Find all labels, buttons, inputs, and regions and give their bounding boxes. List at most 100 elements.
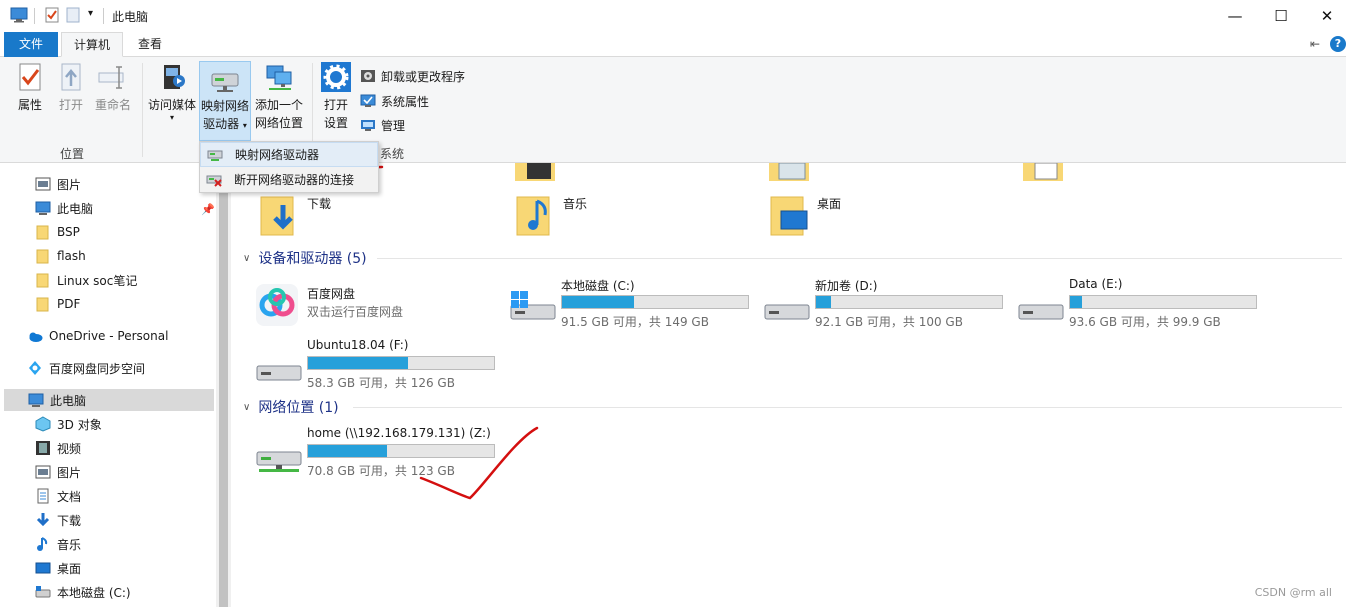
maximize-button[interactable]: ☐ (1258, 0, 1304, 31)
videos-folder-clipped-icon (515, 163, 555, 181)
folder-music[interactable]: 音乐 (515, 193, 587, 237)
pictures-icon (35, 177, 51, 191)
add-network-location-button[interactable]: 添加一个 网络位置 (253, 61, 305, 132)
drive-space-info: 92.1 GB 可用，共 100 GB (815, 315, 963, 329)
nav-item-bsp[interactable]: BSP (35, 221, 80, 243)
nav-item-label: 本地磁盘 (C:) (57, 585, 131, 600)
folder-desktop[interactable]: 桌面 (769, 193, 841, 237)
tab-view[interactable]: 查看 (126, 32, 174, 57)
drive-tile-d[interactable]: 新加卷 (D:) 92.1 GB 可用，共 100 GB (763, 277, 1013, 337)
access-media-chevron-icon: ▾ (169, 113, 174, 122)
nav-item-label: flash (57, 249, 86, 263)
network-drive-tile-z[interactable]: home (\\192.168.179.131) (Z:) 70.8 GB 可用… (255, 426, 505, 486)
download-arrow-icon (36, 513, 50, 527)
location-group-label: 位置 (60, 147, 85, 161)
baidu-netdisk-subtitle: 双击运行百度网盘 (307, 305, 404, 319)
nav-item-pdf[interactable]: PDF (35, 293, 80, 315)
nav-item-baidu-sync[interactable]: 百度网盘同步空间 (27, 357, 145, 379)
title-bar: ▾ 此电脑 — ☐ ✕ (0, 0, 1346, 31)
pin-icon[interactable]: 📌 (201, 203, 215, 216)
devices-section-header[interactable]: ∨ 设备和驱动器 (5) (243, 247, 367, 269)
rename-icon (98, 66, 124, 89)
menu-item-map-network-drive[interactable]: 映射网络驱动器 (200, 142, 378, 167)
properties-button[interactable]: 属性 (10, 61, 50, 114)
nav-item-pictures-2[interactable]: 图片 (35, 461, 81, 483)
drive-tile-e[interactable]: Data (E:) 93.6 GB 可用，共 99.9 GB (1017, 277, 1267, 337)
tab-computer[interactable]: 计算机 (61, 32, 123, 57)
uninstall-label: 卸载或更改程序 (381, 69, 466, 84)
nav-item-videos[interactable]: 视频 (35, 437, 81, 459)
nav-item-3d-objects[interactable]: 3D 对象 (35, 413, 102, 435)
drive-usage-bar (561, 295, 749, 309)
videos-icon (36, 441, 50, 455)
open-button[interactable]: 打开 (53, 61, 89, 114)
open-settings-label-line1: 打开 (323, 98, 348, 112)
rename-button[interactable]: 重命名 (92, 61, 134, 114)
properties-quick-icon[interactable] (44, 7, 60, 23)
network-section-header[interactable]: ∨ 网络位置 (1) (243, 396, 339, 418)
baidu-netdisk-tile[interactable]: 百度网盘 双击运行百度网盘 (253, 281, 503, 341)
explorer-window: ▾ 此电脑 — ☐ ✕ 文件 计算机 查看 ⇤ ? 属性 打开 重命名 位置 访… (0, 0, 1346, 607)
drive-tile-c[interactable]: 本地磁盘 (C:) 91.5 GB 可用，共 149 GB (509, 277, 759, 337)
add-network-location-icon (266, 65, 292, 90)
nav-item-label: 文档 (57, 489, 82, 504)
folder-label: 下载 (307, 196, 332, 211)
documents-folder-clipped-icon (1023, 163, 1063, 181)
tab-file[interactable]: 文件 (4, 32, 58, 57)
baidu-netdisk-icon (256, 284, 298, 326)
drive-usage-fill (308, 357, 408, 369)
nav-item-this-pc[interactable]: 此电脑 (4, 389, 214, 411)
drive-name: Data (E:) (1069, 277, 1123, 291)
drive-space-info: 70.8 GB 可用，共 123 GB (307, 464, 455, 478)
nav-item-label: OneDrive - Personal (49, 329, 169, 343)
this-pc-icon (10, 7, 28, 23)
clipped-icon (36, 161, 52, 167)
open-settings-button[interactable]: 打开 设置 (318, 61, 354, 132)
access-media-label: 访问媒体 (147, 98, 196, 112)
nav-item-documents[interactable]: 文档 (35, 485, 81, 507)
system-properties-button[interactable]: 系统属性 (360, 90, 429, 112)
disk-drive-icon (764, 304, 810, 320)
devices-section-title: 设备和驱动器 (5) (258, 251, 367, 267)
nav-item-music[interactable]: 音乐 (35, 533, 81, 555)
nav-scrollbar-thumb[interactable] (219, 163, 228, 607)
pin-ribbon-icon[interactable]: ⇤ (1310, 37, 1320, 51)
close-button[interactable]: ✕ (1304, 0, 1346, 31)
uninstall-programs-button[interactable]: 卸载或更改程序 (360, 65, 465, 87)
nav-item-local-disk-c[interactable]: 本地磁盘 (C:) (35, 581, 131, 603)
drive-tile-f[interactable]: Ubuntu18.04 (F:) 58.3 GB 可用，共 126 GB (255, 338, 505, 398)
nav-item-this-pc-quick[interactable]: 此电脑 (35, 197, 93, 219)
customize-quick-access-icon[interactable]: ▾ (88, 8, 93, 19)
help-icon[interactable]: ? (1330, 36, 1346, 52)
downloads-folder-icon (260, 196, 294, 236)
folder-downloads[interactable]: 下载 (259, 193, 331, 237)
open-settings-label-line2: 设置 (323, 116, 348, 130)
nav-item-linux-soc-notes[interactable]: Linux soc笔记 (35, 269, 137, 291)
folder-label: 音乐 (563, 196, 588, 211)
drive-name: 本地磁盘 (C:) (561, 279, 635, 293)
minimize-button[interactable]: — (1212, 0, 1258, 31)
access-media-icon (164, 65, 185, 89)
drive-name: Ubuntu18.04 (F:) (307, 338, 409, 352)
nav-item-flash[interactable]: flash (35, 245, 86, 267)
map-network-drive-button[interactable]: 映射网络 驱动器 ▾ (199, 61, 251, 141)
drive-space-info: 93.6 GB 可用，共 99.9 GB (1069, 315, 1221, 329)
nav-item-pictures[interactable]: 图片 (35, 173, 81, 195)
new-folder-quick-icon[interactable] (66, 7, 80, 23)
add-location-label-line1: 添加一个 (254, 98, 303, 112)
nav-item-label: 图片 (57, 465, 82, 480)
nav-item-downloads[interactable]: 下载 (35, 509, 81, 531)
nav-clipped-item (36, 161, 58, 167)
nav-item-label: Linux soc笔记 (57, 273, 138, 288)
map-drive-chevron-icon: ▾ (242, 121, 247, 130)
nav-item-label: 百度网盘同步空间 (49, 361, 146, 376)
system-properties-label: 系统属性 (381, 94, 430, 109)
nav-item-onedrive[interactable]: OneDrive - Personal (27, 325, 168, 347)
this-pc-icon (35, 201, 51, 215)
manage-button[interactable]: 管理 (360, 114, 405, 136)
access-media-button[interactable]: 访问媒体 ▾ (147, 61, 197, 122)
disconnect-drive-menu-icon (206, 175, 222, 187)
nav-item-desktop[interactable]: 桌面 (35, 557, 81, 579)
menu-item-disconnect-network-drive[interactable]: 断开网络驱动器的连接 (200, 167, 378, 192)
drive-space-info: 58.3 GB 可用，共 126 GB (307, 376, 455, 390)
